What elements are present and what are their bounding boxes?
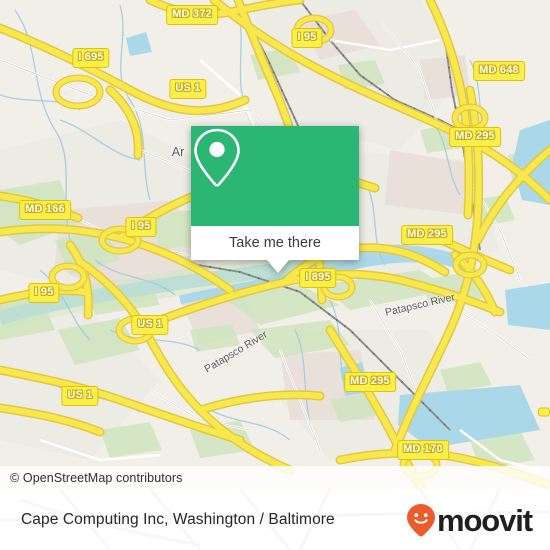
road-shield-label: MD 295 bbox=[455, 130, 495, 142]
moovit-logo[interactable]: moovit bbox=[406, 503, 533, 538]
popup-pointer bbox=[267, 260, 289, 273]
road-shield: MD 170 bbox=[397, 440, 449, 460]
road-shield-label: US 1 bbox=[175, 82, 201, 94]
road-shield: MD 372 bbox=[166, 5, 218, 25]
moovit-wordmark: moovit bbox=[436, 503, 533, 538]
road-shield: MD 648 bbox=[473, 61, 525, 81]
map-attribution: © OpenStreetMap contributors bbox=[0, 466, 550, 489]
map-canvas[interactable]: MD 372 I 695 I 95 MD 648 US 1 MD 295 MD 166 I 9… bbox=[0, 0, 550, 489]
road-shield: I 95 bbox=[291, 28, 323, 48]
road-shield: I 95 bbox=[125, 217, 157, 237]
road-shield-label: US 1 bbox=[137, 318, 163, 330]
road-shield-label: MD 295 bbox=[350, 375, 390, 387]
road-shield: MD 295 bbox=[344, 372, 396, 392]
map-pin-icon bbox=[194, 128, 240, 187]
road-shield: US 1 bbox=[61, 386, 99, 406]
road-shield: I 695 bbox=[72, 48, 110, 68]
road-shield-label: MD 170 bbox=[403, 443, 443, 455]
road-shield-label: I 695 bbox=[78, 51, 104, 63]
location-popup[interactable]: Take me there bbox=[191, 126, 359, 273]
road-shield-label: MD 295 bbox=[407, 228, 447, 240]
take-me-there-label: Take me there bbox=[229, 235, 321, 251]
road-shield: I 95 bbox=[28, 283, 60, 303]
attribution-text[interactable]: © OpenStreetMap contributors bbox=[0, 471, 183, 485]
road-shield-label: I 95 bbox=[131, 220, 151, 232]
road-shield-label: I 95 bbox=[297, 31, 317, 43]
road-shield: US 1 bbox=[131, 315, 169, 335]
road-shield: US 1 bbox=[169, 79, 207, 99]
moovit-map-page: MD 372 I 695 I 95 MD 648 US 1 MD 295 MD 166 I 9… bbox=[0, 0, 550, 550]
place-label: Ar bbox=[171, 145, 185, 159]
road-shield: MD 295 bbox=[449, 127, 501, 147]
road-shield: MD 166 bbox=[19, 200, 71, 220]
footer-bar: Cape Computing Inc, Washington / Baltimo… bbox=[0, 489, 550, 550]
road-shield-label: US 1 bbox=[67, 389, 93, 401]
popup-marker-area bbox=[191, 126, 359, 226]
road-shield bbox=[538, 407, 550, 417]
road-shield-label: MD 372 bbox=[172, 8, 212, 20]
road-shield-label: I 95 bbox=[34, 286, 54, 298]
road-shield-label: MD 166 bbox=[25, 203, 65, 215]
take-me-there-button[interactable]: Take me there bbox=[191, 226, 359, 260]
road-shield: MD 295 bbox=[401, 225, 453, 245]
page-title: Cape Computing Inc, Washington / Baltimo… bbox=[21, 510, 335, 528]
road-shield-label: MD 648 bbox=[479, 64, 519, 76]
moovit-pin-icon bbox=[406, 503, 435, 536]
road-shield-label: I 895 bbox=[305, 271, 331, 283]
road-shield: I 895 bbox=[299, 268, 337, 288]
